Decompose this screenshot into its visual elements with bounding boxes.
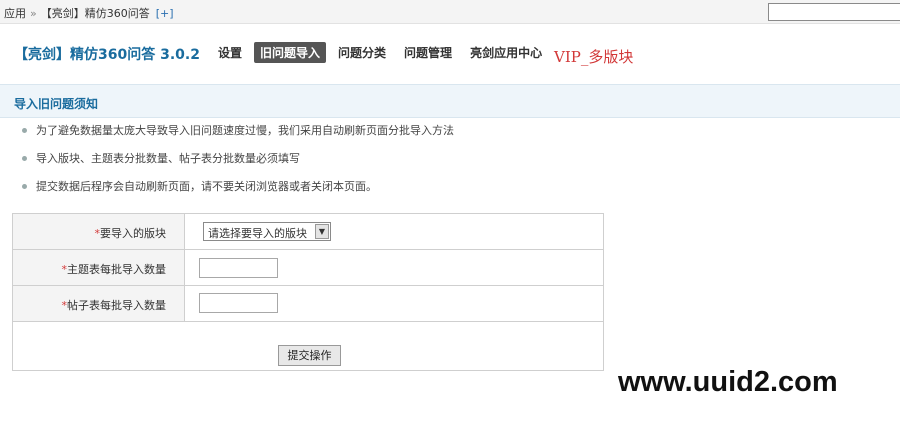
nav-question-categories[interactable]: 问题分类 [332, 42, 392, 63]
forum-select-value: 请选择要导入的版块 [208, 227, 307, 240]
bullet-icon [22, 156, 27, 161]
list-item: 导入版块、主题表分批数量、帖子表分批数量必须填写 [20, 152, 454, 180]
app-title: 【亮剑】精仿360问答 3.0.2 [14, 47, 200, 63]
breadcrumb-current[interactable]: 【亮剑】精仿360问答 [41, 7, 150, 20]
form-row-post-batch: *帖子表每批导入数量 [13, 286, 603, 322]
form-submit-row: 提交操作 [13, 322, 603, 370]
nav-question-management[interactable]: 问题管理 [398, 42, 458, 63]
top-bar: 应用 » 【亮剑】精仿360问答 [+] [0, 0, 900, 24]
forum-label: *要导入的版块 [94, 227, 167, 240]
submit-button[interactable]: 提交操作 [278, 345, 341, 366]
form-row-thread-batch: *主题表每批导入数量 [13, 250, 603, 286]
breadcrumb-separator: » [30, 7, 37, 20]
label-cell: *帖子表每批导入数量 [13, 286, 185, 321]
nav-import-old-questions[interactable]: 旧问题导入 [254, 42, 327, 63]
note-text: 提交数据后程序会自动刷新页面，请不要关闭浏览器或者关闭本页面。 [36, 180, 377, 193]
thread-batch-label: *主题表每批导入数量 [61, 263, 167, 276]
label-cell: *主题表每批导入数量 [13, 250, 185, 285]
nav-settings[interactable]: 设置 [212, 42, 248, 63]
main-nav: 设置 旧问题导入 问题分类 问题管理 亮剑应用中心 [212, 42, 548, 63]
chevron-down-icon[interactable]: ▼ [315, 224, 329, 239]
section-header: 导入旧问题须知 [0, 84, 900, 118]
app-header: 【亮剑】精仿360问答 3.0.2 设置 旧问题导入 问题分类 问题管理 亮剑应… [0, 25, 900, 83]
section-title: 导入旧问题须知 [14, 97, 99, 111]
nav-app-center[interactable]: 亮剑应用中心 [464, 42, 548, 63]
list-item: 为了避免数据量太庞大导致导入旧问题速度过慢，我们采用自动刷新页面分批导入方法 [20, 124, 454, 152]
form-row-forum: *要导入的版块 请选择要导入的版块 ▼ [13, 214, 603, 250]
watermark: www.uuid2.com [618, 366, 838, 398]
note-text: 导入版块、主题表分批数量、帖子表分批数量必须填写 [36, 152, 300, 165]
bullet-icon [22, 184, 27, 189]
post-batch-label: *帖子表每批导入数量 [61, 299, 167, 312]
breadcrumb-root[interactable]: 应用 [4, 7, 26, 20]
import-form: *要导入的版块 请选择要导入的版块 ▼ *主题表每批导入数量 *帖子表每批导入数… [12, 213, 604, 371]
notes-list: 为了避免数据量太庞大导致导入旧问题速度过慢，我们采用自动刷新页面分批导入方法 导… [20, 124, 454, 208]
thread-batch-input[interactable] [199, 258, 278, 278]
post-batch-input[interactable] [199, 293, 278, 313]
bullet-icon [22, 128, 27, 133]
add-shortcut-button[interactable]: [+] [156, 7, 174, 20]
label-cell: *要导入的版块 [13, 214, 185, 249]
vip-label: VIP_多版块 [554, 48, 634, 66]
search-input[interactable] [768, 3, 900, 21]
forum-select[interactable]: 请选择要导入的版块 ▼ [203, 222, 331, 241]
breadcrumb: 应用 » 【亮剑】精仿360问答 [+] [4, 5, 174, 21]
note-text: 为了避免数据量太庞大导致导入旧问题速度过慢，我们采用自动刷新页面分批导入方法 [36, 124, 454, 137]
list-item: 提交数据后程序会自动刷新页面，请不要关闭浏览器或者关闭本页面。 [20, 180, 454, 208]
